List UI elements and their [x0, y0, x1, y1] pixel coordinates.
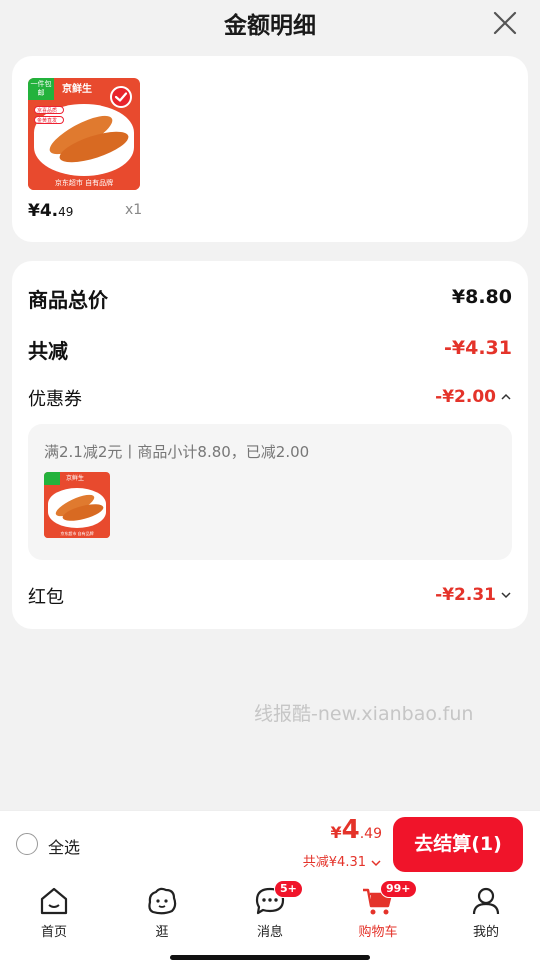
watermark: 线报酷-new.xianbao.fun [254, 703, 474, 725]
total-price-label: 商品总价 [28, 288, 108, 312]
tag-direct: 金黄直发 [34, 116, 64, 124]
total-dec: .49 [359, 826, 382, 842]
saved-amount-toggle[interactable]: 共减¥4.31 [303, 851, 382, 870]
checkout-bar: 全选 ¥4.49 共减¥4.31 去结算(1) [0, 810, 540, 878]
profile-icon [472, 887, 500, 915]
redpacket-label: 红包 [28, 587, 64, 608]
header: 金额明细 [0, 0, 540, 46]
page-title: 金额明细 [224, 13, 316, 39]
chevron-up-icon [501, 393, 511, 400]
unit-price-int: ¥4. [28, 201, 59, 221]
browse-icon [148, 887, 177, 915]
tab-profile-label: 我的 [472, 925, 499, 940]
tab-browse[interactable]: 逛 [122, 884, 202, 940]
home-indicator [170, 955, 370, 960]
tab-messages[interactable]: 5+ 消息 [230, 880, 310, 940]
coupon-toggle[interactable]: -¥2.00 [435, 387, 512, 407]
home-icon [40, 887, 68, 915]
tab-cart-label: 购物车 [358, 925, 398, 940]
checkout-button[interactable]: 去结算(1) [393, 817, 523, 872]
product-image[interactable]: 一件包邮 京鲜生 京喜品质 金黄直发 京东超市 自有品牌 [28, 78, 140, 190]
tab-cart[interactable]: 99+ 购物车 [338, 880, 418, 940]
saved-amount: 共减¥4.31 [302, 855, 366, 870]
reduced-value: -¥4.31 [444, 337, 512, 359]
unit-price: ¥4.49 [28, 201, 73, 221]
cart-badge: 99+ [380, 880, 417, 898]
check-icon[interactable] [110, 86, 132, 108]
tab-home[interactable]: 首页 [14, 884, 94, 940]
select-all-radio[interactable] [16, 833, 38, 855]
tab-profile[interactable]: 我的 [446, 884, 526, 940]
tab-browse-label: 逛 [155, 925, 169, 940]
image-footer: 京东超市 自有品牌 [28, 176, 140, 190]
close-icon[interactable] [492, 10, 518, 36]
coupon-description: 满2.1减2元丨商品小计8.80，已减2.00 [44, 443, 310, 461]
coupon-value: -¥2.00 [435, 387, 496, 407]
mini-brand-label: 京鲜生 [66, 475, 85, 482]
messages-badge: 5+ [274, 880, 303, 898]
total-int: 4 [341, 815, 360, 845]
quantity: x1 [125, 202, 143, 218]
coupon-product-image: 京鲜生 京东超市 自有品牌 [44, 472, 110, 538]
tag-quality: 京喜品质 [34, 106, 64, 114]
select-all-label[interactable]: 全选 [48, 834, 80, 858]
brand-label: 京鲜生 [62, 84, 92, 95]
redpacket-toggle[interactable]: -¥2.31 [435, 585, 512, 605]
chevron-down-icon [371, 859, 381, 866]
redpacket-value: -¥2.31 [435, 585, 496, 605]
mini-ribbon [44, 472, 60, 485]
total-price: ¥4.49 [331, 815, 383, 845]
coupon-label: 优惠券 [28, 389, 82, 410]
total-currency: ¥ [330, 823, 342, 842]
free-shipping-ribbon: 一件包邮 [28, 78, 54, 100]
product-tags: 京喜品质 金黄直发 [34, 106, 64, 126]
chevron-down-icon [501, 592, 511, 599]
unit-price-dec: 49 [58, 205, 74, 219]
mini-image-footer: 京东超市 自有品牌 [44, 530, 110, 538]
tab-messages-label: 消息 [256, 925, 283, 940]
reduced-label: 共减 [28, 339, 68, 363]
total-price-value: ¥8.80 [451, 286, 512, 308]
tab-home-label: 首页 [40, 925, 67, 940]
